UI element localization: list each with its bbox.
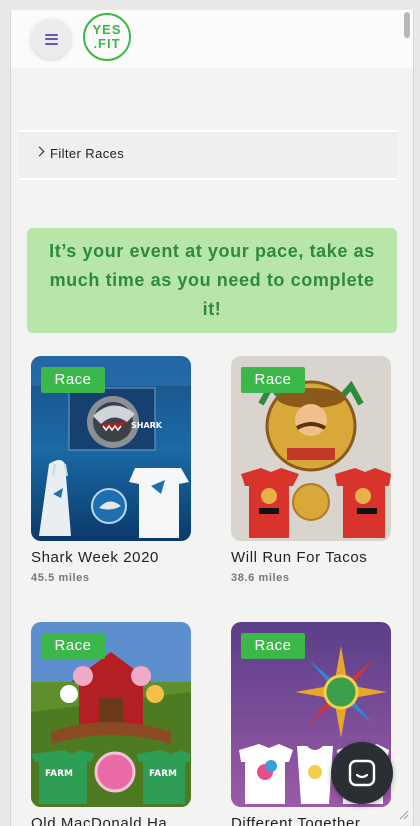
race-distance: 45.5 miles (31, 572, 90, 584)
race-badge: Race (41, 367, 105, 393)
filter-races-toggle[interactable]: Filter Races (18, 130, 398, 180)
svg-text:SHARK: SHARK (131, 421, 163, 430)
page-frame: YES .FIT Filter Races It’s your event at… (10, 10, 414, 826)
race-distance: 38.6 miles (231, 572, 290, 584)
race-badge: Race (41, 633, 105, 659)
chat-icon (348, 759, 376, 787)
svg-text:FARM: FARM (45, 769, 73, 779)
race-image-shark-week[interactable]: SHARK Race (31, 356, 191, 541)
pace-banner-text: It’s your event at your pace, take as mu… (49, 241, 375, 319)
scrollbar-thumb[interactable] (404, 12, 410, 38)
chat-button[interactable] (331, 742, 393, 804)
race-title[interactable]: Will Run For Tacos (231, 549, 367, 566)
yesfit-logo[interactable]: YES .FIT (83, 13, 131, 61)
race-title[interactable]: Different Together (231, 815, 361, 826)
race-image-old-macdonald[interactable]: FARM FARM Race (31, 622, 191, 807)
race-badge: Race (241, 367, 305, 393)
top-header: YES .FIT (11, 10, 413, 68)
resize-grip-icon[interactable] (399, 810, 409, 820)
svg-text:FARM: FARM (149, 769, 177, 779)
race-image-tacos[interactable]: Race (231, 356, 391, 541)
menu-button[interactable] (31, 19, 71, 59)
filter-races-label: Filter Races (50, 146, 125, 161)
logo-line-2: .FIT (93, 36, 121, 51)
logo-line-1: YES (92, 22, 122, 37)
pace-banner: It’s your event at your pace, take as mu… (27, 228, 397, 333)
chevron-right-icon (34, 146, 45, 157)
race-title[interactable]: Shark Week 2020 (31, 549, 159, 566)
race-badge: Race (241, 633, 305, 659)
race-title[interactable]: Old MacDonald Ha (31, 815, 167, 826)
hamburger-icon (44, 33, 58, 45)
